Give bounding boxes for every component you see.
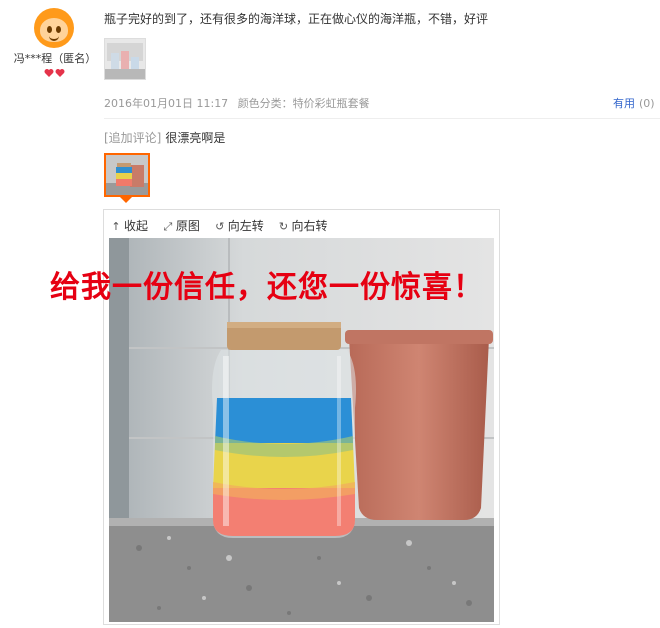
thumbnail-image xyxy=(106,155,148,195)
rotate-right-icon: ↻ xyxy=(278,220,289,233)
thumbnail-image xyxy=(105,39,145,79)
original-image-button[interactable]: ⤢ 原图 xyxy=(162,217,200,234)
avatar-eye xyxy=(47,26,52,33)
avatar-face xyxy=(40,18,68,42)
rotate-left-label: 向左转 xyxy=(227,219,264,233)
appended-comment: [追加评论] 很漂亮啊是 xyxy=(104,129,225,146)
useful-vote: 有用 (0) xyxy=(613,95,655,111)
viewer-toolbar: ↑ 收起 ⤢ 原图 ↺ 向左转 ↻ 向右转 xyxy=(110,217,338,234)
review-text: 瓶子完好的到了，还有很多的海洋球，正在做心仪的海洋瓶，不错，好评 xyxy=(104,12,489,26)
buyer-level-heart-icon xyxy=(44,69,65,77)
rotate-right-button[interactable]: ↻ 向右转 xyxy=(278,217,328,234)
avatar-eye xyxy=(56,26,61,33)
review-date: 2016年01月01日 11:17 xyxy=(104,97,229,110)
rotate-left-icon: ↺ xyxy=(215,220,225,233)
divider xyxy=(104,118,660,119)
useful-button[interactable]: 有用 xyxy=(613,97,635,110)
original-label: 原图 xyxy=(175,219,200,233)
arrow-up-icon: ↑ xyxy=(111,220,121,233)
avatar-mouth xyxy=(49,35,59,41)
append-text: 很漂亮啊是 xyxy=(165,131,226,145)
append-tag: [追加评论] xyxy=(104,131,162,145)
appended-photo-thumbnail-selected[interactable] xyxy=(104,153,150,197)
collapse-button[interactable]: ↑ 收起 xyxy=(110,217,148,234)
rotate-left-button[interactable]: ↺ 向左转 xyxy=(214,217,264,234)
review-photo-thumbnail[interactable] xyxy=(104,38,146,80)
thumbnail-selected-arrow xyxy=(120,197,132,203)
user-avatar xyxy=(34,8,74,48)
collapse-label: 收起 xyxy=(124,219,149,233)
useful-count: (0) xyxy=(639,97,655,110)
promo-banner-text: 给我一份信任，还您一份惊喜！ xyxy=(50,270,484,305)
expand-icon: ⤢ xyxy=(163,220,173,233)
review-category: 颜色分类：特价彩虹瓶套餐 xyxy=(237,97,370,110)
review-meta: 2016年01月01日 11:17 颜色分类：特价彩虹瓶套餐 xyxy=(104,95,370,111)
rotate-right-label: 向右转 xyxy=(291,219,328,233)
username: 冯***程（匿名） xyxy=(13,52,97,65)
